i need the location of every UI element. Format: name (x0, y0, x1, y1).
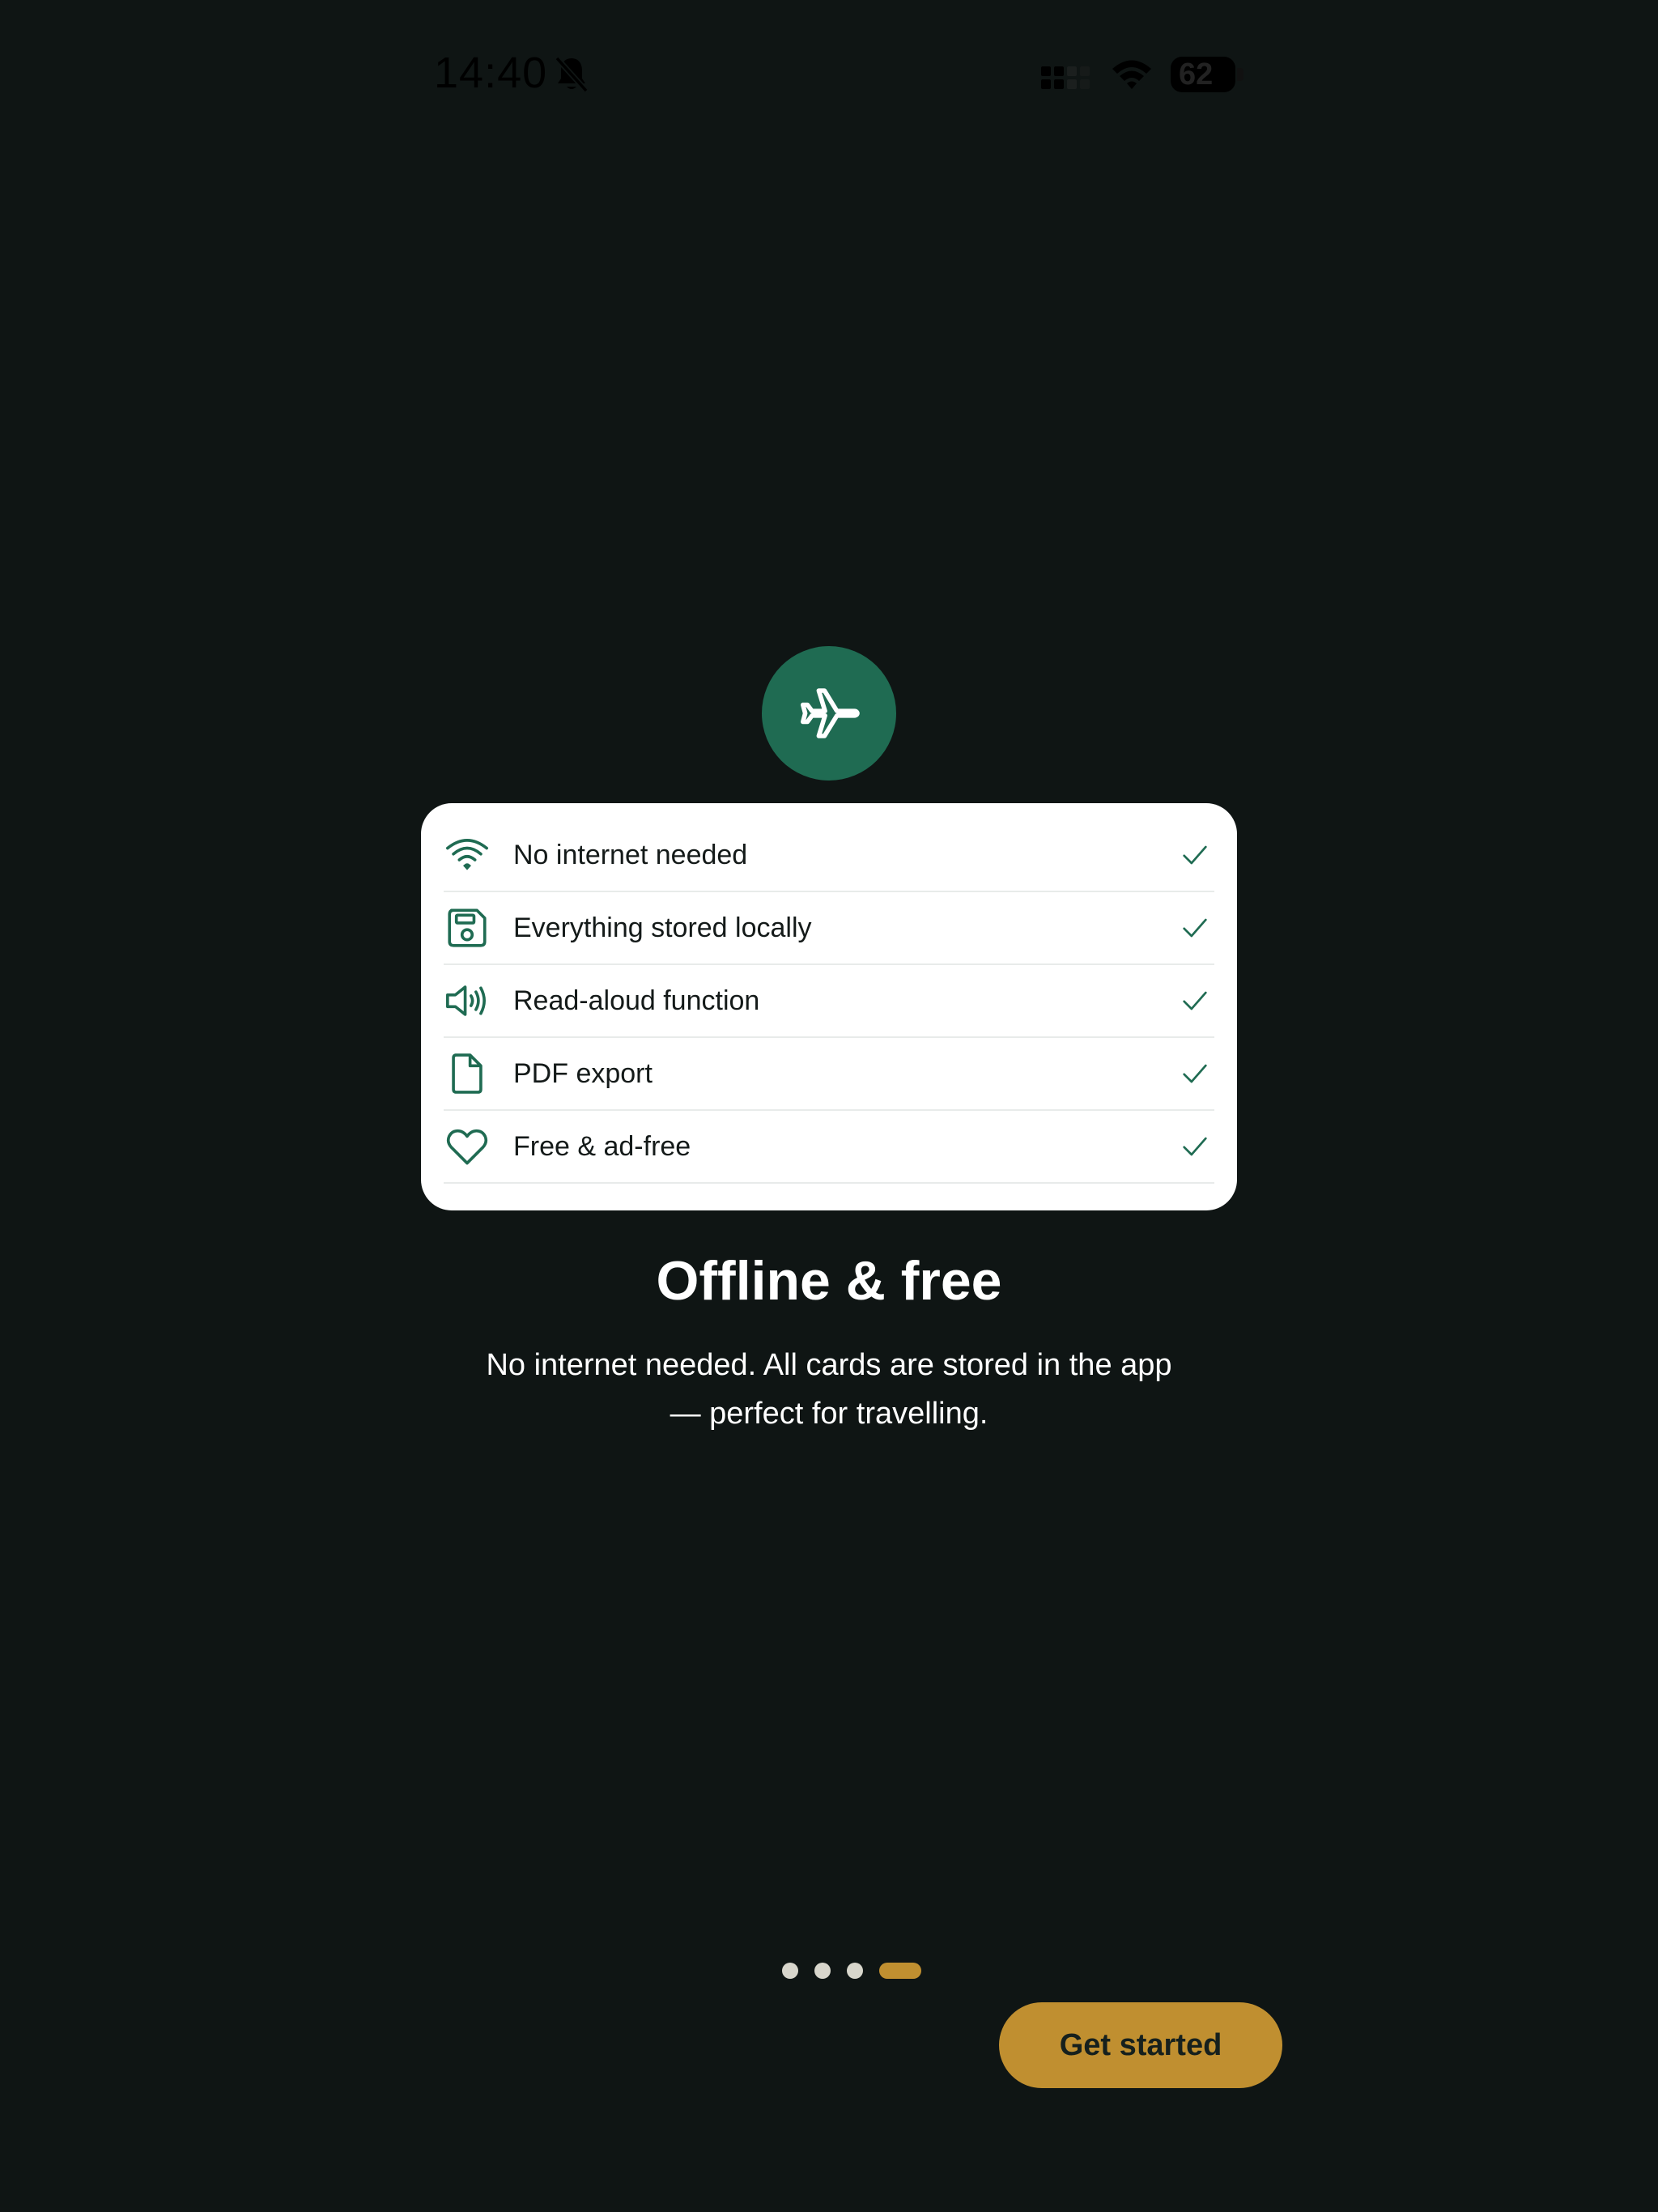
cellular-grid-icon (1041, 66, 1090, 89)
feature-label: Read-aloud function (513, 985, 760, 1016)
feature-icon-wrap (444, 904, 491, 951)
battery-body: 62 (1171, 57, 1235, 92)
bell-slash-icon (555, 56, 589, 93)
feature-row-pdf-export: PDF export (444, 1038, 1214, 1111)
page-dot-4-active[interactable] (879, 1963, 921, 1979)
feature-row-local-storage: Everything stored locally (444, 892, 1214, 965)
battery-indicator: 62 (1171, 55, 1244, 94)
checkmark-icon (1183, 1064, 1207, 1083)
battery-cap (1237, 68, 1244, 81)
checkmark-icon (1183, 918, 1207, 938)
page-description: No internet needed. All cards are stored… (424, 1341, 1234, 1438)
page-dot-1[interactable] (782, 1963, 798, 1979)
feature-icon-wrap (444, 1050, 491, 1097)
page-indicator (0, 1962, 1658, 1980)
document-icon (452, 1053, 483, 1094)
page-dot-2[interactable] (814, 1963, 831, 1979)
checkmark-icon (1183, 991, 1207, 1010)
status-time: 14:40 (434, 49, 548, 97)
feature-icon-wrap (444, 832, 491, 878)
wifi-icon (446, 839, 488, 870)
feature-label: No internet needed (513, 840, 748, 870)
checkmark-icon (1183, 1137, 1207, 1156)
feature-label: PDF export (513, 1058, 653, 1089)
page-dot-3[interactable] (847, 1963, 863, 1979)
feature-label: Everything stored locally (513, 912, 812, 943)
feature-row-free: Free & ad-free (444, 1111, 1214, 1184)
feature-icon-wrap (444, 977, 491, 1024)
description-line-2: — perfect for travelling. (670, 1397, 988, 1431)
status-bar: 14:40 62 (0, 0, 1658, 149)
feature-card: No internet needed Everything stored loc… (421, 803, 1237, 1210)
get-started-button[interactable]: Get started (999, 2002, 1282, 2088)
feature-label: Free & ad-free (513, 1131, 691, 1162)
airplane-icon (801, 688, 860, 738)
speaker-icon (446, 985, 486, 1016)
heart-icon (446, 1129, 488, 1165)
page-title: Offline & free (656, 1250, 1002, 1312)
feature-row-internet: No internet needed (444, 819, 1214, 892)
wifi-icon (1112, 60, 1151, 89)
checkmark-icon (1183, 845, 1207, 865)
feature-row-read-aloud: Read-aloud function (444, 965, 1214, 1038)
description-line-1: No internet needed. All cards are stored… (486, 1348, 1172, 1382)
battery-level: 62 (1179, 57, 1214, 91)
feature-icon-wrap (444, 1123, 491, 1170)
hero-airplane-badge (762, 646, 896, 781)
floppy-disk-icon (448, 908, 487, 947)
